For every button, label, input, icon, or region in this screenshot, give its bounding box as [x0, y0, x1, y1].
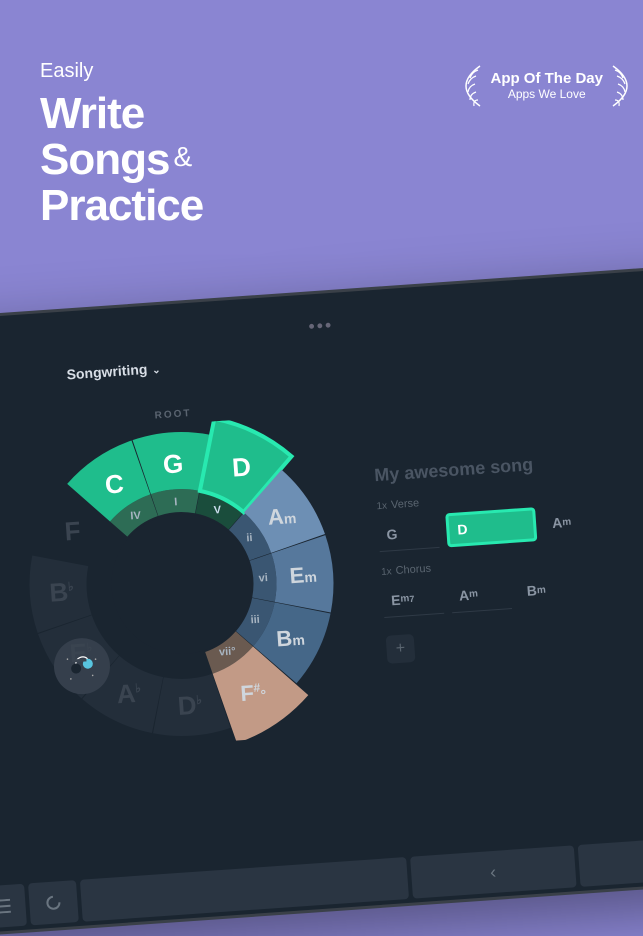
chord-wheel[interactable]: C G D F B♭ E♭ A♭ D♭ IV I V ii vi iii vii…: [11, 413, 353, 755]
more-icon[interactable]: •••: [308, 315, 334, 338]
verse-chord-2[interactable]: D: [445, 507, 537, 547]
verse-chord-3[interactable]: Am: [543, 504, 580, 540]
mode-dropdown[interactable]: Songwriting ⌄: [66, 360, 161, 383]
hero-title-3: Practice: [40, 183, 603, 229]
award-subtitle: Apps We Love: [490, 87, 603, 101]
chorus-chord-1[interactable]: Em7: [382, 580, 444, 618]
list-icon: [0, 899, 11, 914]
toolbar-next-button[interactable]: ›: [577, 834, 643, 887]
verse-chord-1[interactable]: G: [377, 514, 439, 552]
award-title: App Of The Day: [490, 70, 603, 87]
toolbar-prev-button[interactable]: ‹: [410, 845, 576, 898]
laurel-left-icon: [460, 64, 486, 108]
bottom-toolbar: ‹ ›: [0, 829, 643, 933]
chorus-chord-3[interactable]: Bm: [518, 570, 580, 608]
award-badge: App Of The Day Apps We Love: [490, 70, 603, 101]
song-panel: My awesome song 1xVerse G D Am 1xChorus …: [374, 444, 643, 664]
add-chord-button[interactable]: +: [386, 634, 416, 664]
toolbar-loop-button[interactable]: [28, 880, 79, 925]
tablet-mockup: ••• Songwriting ⌄ ROOT: [0, 264, 643, 936]
laurel-right-icon: [607, 64, 633, 108]
toolbar-menu-button[interactable]: [0, 884, 27, 929]
hero-title-2: Songs&: [40, 137, 603, 183]
hero-banner: Easily Write Songs& Practice App Of The …: [0, 0, 643, 320]
chorus-chord-2[interactable]: Am: [450, 575, 512, 613]
loop-icon: [44, 893, 63, 912]
chevron-down-icon: ⌄: [149, 365, 161, 377]
root-label: ROOT: [154, 408, 192, 422]
song-title[interactable]: My awesome song: [374, 444, 643, 487]
